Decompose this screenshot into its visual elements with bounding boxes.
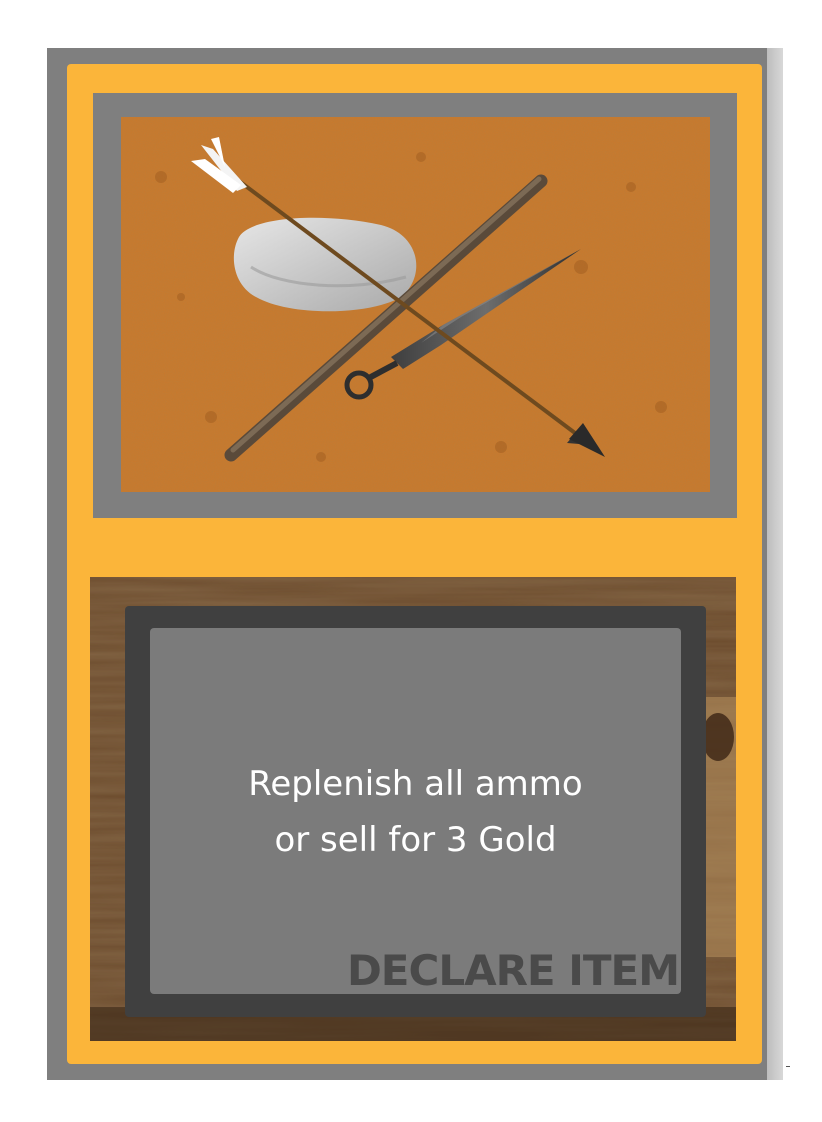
card-effect-text: Replenish all ammo or sell for 3 Gold	[150, 756, 681, 868]
effect-line-1: Replenish all ammo	[248, 764, 583, 804]
stray-dash	[786, 1066, 790, 1067]
effect-line-2: or sell for 3 Gold	[274, 820, 557, 860]
card-art	[121, 117, 710, 492]
stone-icon	[233, 217, 417, 312]
card-type-label: DECLARE ITEM	[346, 946, 680, 995]
scrollbar-track	[767, 48, 783, 1080]
